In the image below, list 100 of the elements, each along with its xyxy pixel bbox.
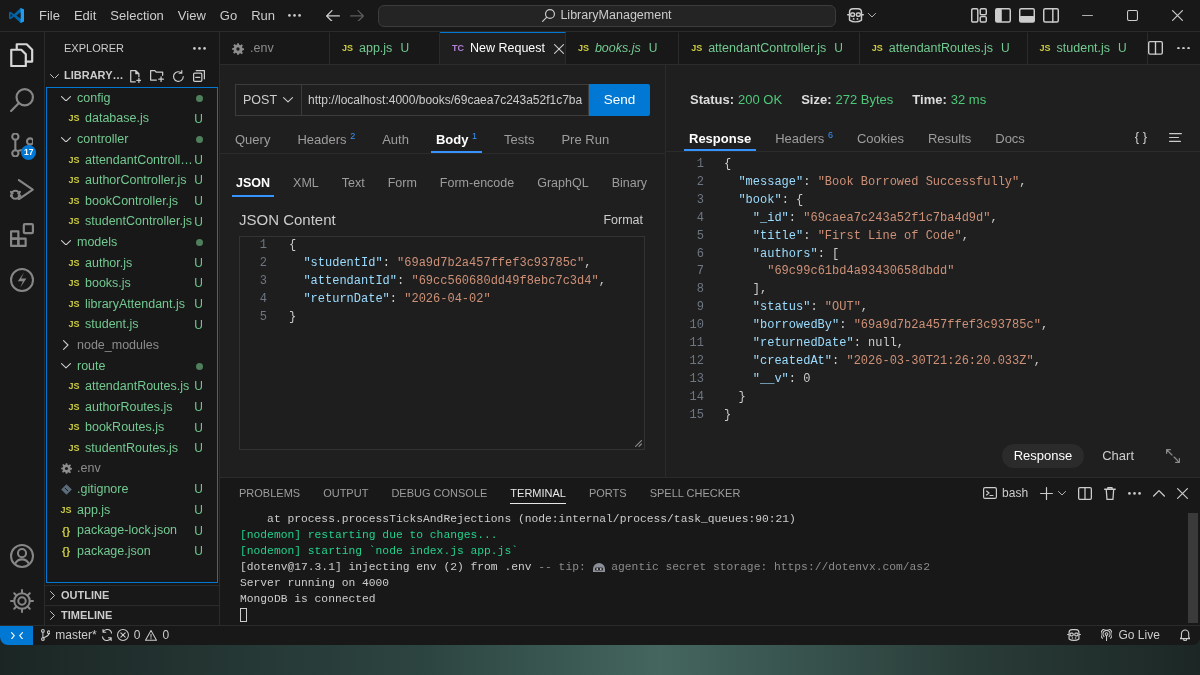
panel-toggle-icon[interactable]	[1019, 8, 1035, 23]
body-type-tab[interactable]: Form-encode	[435, 176, 519, 197]
panel-tab[interactable]: PROBLEMS	[239, 482, 301, 505]
panel-tab[interactable]: DEBUG CONSOLE	[391, 482, 488, 505]
file-name[interactable]: student.js	[85, 317, 139, 333]
layout-icon[interactable]	[971, 8, 987, 23]
trash-icon[interactable]	[1104, 487, 1116, 500]
chevron-icon[interactable]	[61, 95, 71, 102]
body-type-tab[interactable]: JSON	[232, 176, 275, 197]
file-name[interactable]: package-lock.json	[77, 523, 178, 539]
files-icon[interactable]	[10, 42, 34, 67]
warning-count[interactable]: 0	[162, 628, 170, 643]
split-terminal-icon[interactable]	[1078, 487, 1093, 500]
panel-tab[interactable]: PORTS	[588, 482, 627, 505]
panel-tab[interactable]: SPELL CHECKER	[649, 482, 741, 505]
send-button[interactable]: Send	[589, 84, 650, 116]
panel-tab[interactable]: TERMINAL	[510, 482, 566, 505]
response-tab[interactable]: Headers $^{6}$	[770, 131, 838, 151]
folder-name[interactable]: models	[77, 234, 118, 250]
close-icon[interactable]	[554, 43, 565, 54]
request-tab[interactable]: Pre Run	[556, 132, 615, 153]
search-icon[interactable]	[10, 87, 34, 112]
remote-button[interactable]	[0, 626, 33, 645]
lightning-icon[interactable]	[10, 267, 34, 292]
file-name[interactable]: package.json	[77, 543, 151, 559]
file-name[interactable]: author.js	[85, 255, 133, 271]
caret-icon[interactable]	[1058, 491, 1067, 496]
view-toggle[interactable]: Chart	[1090, 444, 1146, 468]
editor-tab[interactable]: TC New Request	[440, 32, 566, 64]
collapse-all-icon[interactable]	[193, 70, 205, 82]
file-name[interactable]: app.js	[77, 502, 111, 518]
more-icon[interactable]	[288, 14, 301, 17]
body-type-tab[interactable]: Form	[383, 176, 421, 197]
url-field[interactable]: http://localhost:4000/books/69caea7c243a52f1c7ba	[302, 84, 589, 116]
menu-item[interactable]: Go	[212, 4, 245, 27]
section-header[interactable]: OUTLINE	[60, 588, 110, 603]
json-view-button[interactable]: { }	[1134, 129, 1147, 145]
menu-item[interactable]: File	[32, 4, 67, 27]
split-editor-icon[interactable]	[1148, 41, 1163, 55]
source-control-icon[interactable]	[10, 132, 34, 157]
chevron-icon[interactable]	[50, 611, 55, 620]
robot-icon[interactable]	[847, 8, 864, 23]
file-name[interactable]: attendantRoutes.js	[85, 379, 190, 395]
settings-icon[interactable]	[10, 588, 34, 613]
scrollbar-thumb[interactable]	[1188, 513, 1198, 623]
editor-tab[interactable]: JS attendantRoutes.js U	[859, 32, 1028, 64]
refresh-icon[interactable]	[173, 70, 184, 82]
request-tab[interactable]: Tests	[499, 132, 540, 153]
file-name[interactable]: studentController.js	[85, 214, 192, 230]
response-tab[interactable]: Cookies	[851, 131, 909, 151]
file-name[interactable]: bookRoutes.js	[85, 420, 165, 436]
folder-name[interactable]: config	[77, 90, 111, 106]
file-name[interactable]: studentRoutes.js	[85, 440, 179, 456]
body-type-tab[interactable]: XML	[289, 176, 323, 197]
response-tab[interactable]: Response	[684, 131, 757, 151]
editor-tab[interactable]: JS books.js U	[565, 32, 680, 64]
bell-icon[interactable]	[1179, 629, 1190, 642]
editor-tab[interactable]: .env	[220, 32, 330, 64]
file-name[interactable]: libraryAttendant.js	[85, 296, 186, 312]
folder-name[interactable]: node_modules	[77, 337, 159, 353]
panel-tab[interactable]: OUTPUT	[323, 482, 369, 505]
secondary-sidebar-toggle-icon[interactable]	[1043, 8, 1059, 23]
sync-icon[interactable]	[101, 629, 112, 642]
folder-name[interactable]: LIBRARY…	[64, 69, 124, 83]
extensions-icon[interactable]	[10, 222, 34, 247]
sidebar-toggle-icon[interactable]	[995, 8, 1011, 23]
folder-name[interactable]: route	[77, 358, 106, 374]
error-icon[interactable]	[116, 629, 129, 642]
command-search-field[interactable]: LibraryManagement	[378, 4, 836, 27]
more-icon[interactable]	[1177, 46, 1190, 50]
robot-icon[interactable]	[1067, 629, 1082, 642]
file-name[interactable]: authorController.js	[85, 173, 187, 189]
branch-name[interactable]: master*	[55, 628, 97, 643]
request-tab[interactable]: Query	[230, 132, 276, 153]
menu-icon[interactable]	[1169, 132, 1182, 142]
go-live-link[interactable]: Go Live	[1118, 628, 1160, 643]
file-name[interactable]: database.js	[85, 111, 149, 127]
chevron-icon[interactable]	[61, 239, 71, 246]
new-file-icon[interactable]	[129, 69, 142, 83]
file-name[interactable]: .gitignore	[77, 482, 129, 498]
minimize-icon[interactable]	[1082, 14, 1093, 17]
editor-tab[interactable]: JS attendantController.js U	[679, 32, 860, 64]
new-folder-icon[interactable]	[150, 69, 165, 83]
maximize-icon[interactable]	[1127, 10, 1138, 21]
method-select[interactable]: POST	[235, 84, 302, 116]
shell-name[interactable]: bash	[1002, 486, 1029, 501]
chevron-icon[interactable]	[63, 340, 69, 351]
caret-icon[interactable]	[868, 13, 876, 18]
editor-tab[interactable]: JS student.js U	[1027, 32, 1148, 64]
request-tab[interactable]: Body $^{1}$	[430, 132, 483, 153]
chevron-up-icon[interactable]	[1153, 490, 1165, 497]
chevron-icon[interactable]	[50, 591, 55, 600]
file-name[interactable]: attendantControll…	[85, 152, 193, 168]
back-arrow-icon[interactable]	[326, 9, 340, 22]
resize-grip-icon[interactable]	[635, 440, 642, 447]
chevron-icon[interactable]	[61, 136, 71, 143]
request-tab[interactable]: Auth	[377, 132, 414, 153]
menu-item[interactable]: Edit	[66, 4, 104, 27]
file-name[interactable]: bookController.js	[85, 193, 179, 209]
menu-item[interactable]: Selection	[103, 4, 171, 27]
